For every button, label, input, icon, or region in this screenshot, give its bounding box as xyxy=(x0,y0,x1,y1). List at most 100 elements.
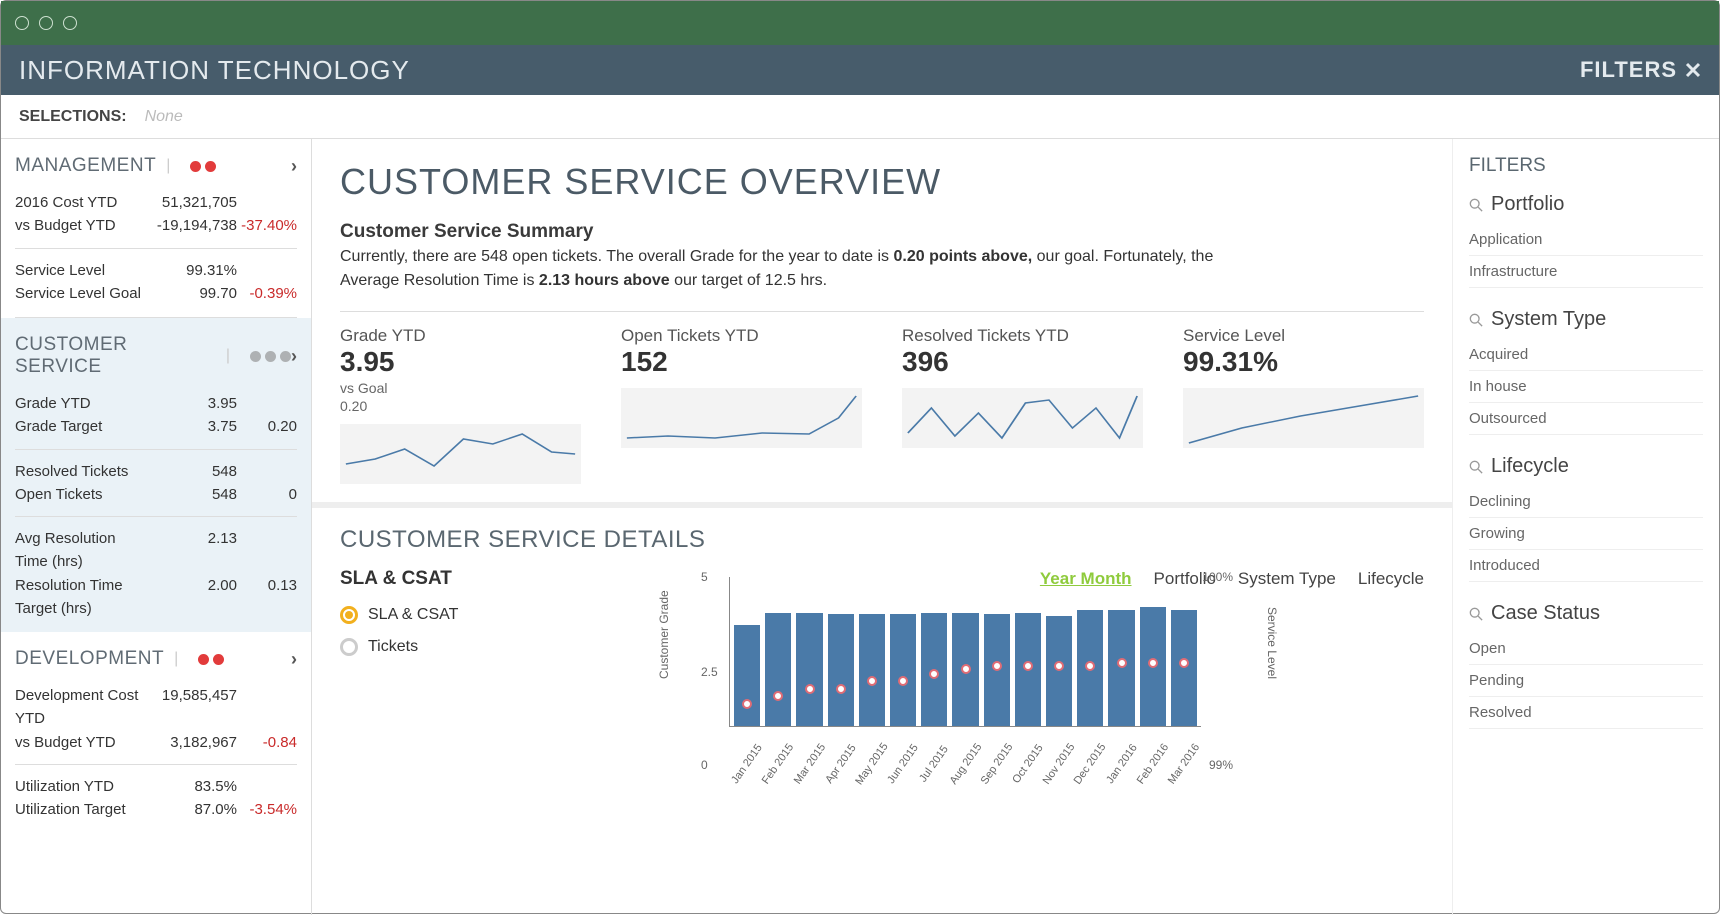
radio-label: SLA & CSAT xyxy=(368,606,458,624)
metric-row: Avg Resolution Time (hrs)2.13 xyxy=(15,527,297,574)
filter-group: Case Status OpenPendingResolved xyxy=(1469,602,1703,729)
metric-label: Utilization YTD xyxy=(15,775,145,798)
selections-label: SELECTIONS: xyxy=(19,108,127,126)
y-tick: 2.5 xyxy=(701,665,718,679)
measure-radios: SLA & CSAT Tickets xyxy=(340,606,458,670)
metric-delta: -0.39% xyxy=(237,282,297,305)
metric-label: Grade Target xyxy=(15,415,145,438)
metric-row: vs Budget YTD3,182,967-0.84 xyxy=(15,731,297,754)
chart-bar: May 2015 xyxy=(859,614,885,726)
metric-delta: -37.40% xyxy=(237,214,297,237)
kpi-sub: vs Goal xyxy=(340,380,581,396)
kpi-value: 152 xyxy=(621,346,862,378)
metric-label: Resolved Tickets xyxy=(15,460,145,483)
metric-value: 2.13 xyxy=(145,527,237,574)
metric-value: 83.5% xyxy=(145,775,237,798)
metric-row: Utilization YTD83.5% xyxy=(15,775,297,798)
metric-value: 548 xyxy=(145,460,237,483)
chart-bar: Dec 2015 xyxy=(1077,610,1103,726)
sidebar-section-management[interactable]: MANAGEMENT | › 2016 Cost YTD51,321,705vs… xyxy=(1,139,311,317)
filters-toggle[interactable]: FILTERS xyxy=(1580,57,1701,83)
chevron-right-icon: › xyxy=(291,346,297,367)
details-title: CUSTOMER SERVICE DETAILS xyxy=(340,526,1424,554)
metric-row: Service Level Goal99.70-0.39% xyxy=(15,282,297,305)
filter-group-title[interactable]: System Type xyxy=(1469,308,1703,331)
metric-label: vs Budget YTD xyxy=(15,731,145,754)
kpi-value: 3.95 xyxy=(340,346,581,378)
filter-item[interactable]: Acquired xyxy=(1469,339,1703,371)
overview: CUSTOMER SERVICE OVERVIEW Customer Servi… xyxy=(312,139,1452,326)
filter-item[interactable]: Infrastructure xyxy=(1469,256,1703,288)
metric-delta xyxy=(237,259,297,282)
search-icon xyxy=(1469,607,1483,621)
chart-bar: Sep 2015 xyxy=(984,614,1010,726)
chart-bar: Nov 2015 xyxy=(1046,616,1072,726)
kpi-label: Service Level xyxy=(1183,326,1424,346)
search-icon xyxy=(1469,313,1483,327)
y-tick: 0 xyxy=(701,758,708,772)
status-dot-icon xyxy=(213,654,224,665)
metric-value: -19,194,738 xyxy=(145,214,237,237)
sparkline xyxy=(621,388,862,448)
chevron-right-icon: › xyxy=(291,156,297,177)
radio-option[interactable]: Tickets xyxy=(340,638,458,656)
status-dot-icon xyxy=(265,351,276,362)
y-tick: 5 xyxy=(701,570,708,584)
status-dot-icon xyxy=(280,351,291,362)
metric-value: 2.00 xyxy=(145,574,237,621)
filter-group-title[interactable]: Portfolio xyxy=(1469,193,1703,216)
radio-option[interactable]: SLA & CSAT xyxy=(340,606,458,624)
radio-icon xyxy=(340,638,358,656)
filter-item[interactable]: In house xyxy=(1469,371,1703,403)
y2-axis-label: Service Level xyxy=(1265,607,1279,679)
filters-title: FILTERS xyxy=(1469,155,1703,177)
filters-panel: FILTERS Portfolio ApplicationInfrastructu… xyxy=(1452,139,1719,915)
chart-bar: Feb 2016 xyxy=(1140,607,1166,726)
sidebar: MANAGEMENT | › 2016 Cost YTD51,321,705vs… xyxy=(1,139,312,915)
window-dot xyxy=(15,16,29,30)
tab-lifecycle[interactable]: Lifecycle xyxy=(1358,569,1424,589)
filter-group: System Type AcquiredIn houseOutsourced xyxy=(1469,308,1703,435)
metric-label: Resolution Time Target (hrs) xyxy=(15,574,145,621)
window-dot xyxy=(63,16,77,30)
close-icon xyxy=(1685,62,1701,78)
page-title: CUSTOMER SERVICE OVERVIEW xyxy=(340,161,1424,203)
kpi-label: Open Tickets YTD xyxy=(621,326,862,346)
metric-delta xyxy=(237,684,297,731)
status-dot-icon xyxy=(198,654,209,665)
metric-label: Grade YTD xyxy=(15,392,145,415)
metric-delta xyxy=(237,392,297,415)
chart-bar: Mar 2015 xyxy=(796,613,822,726)
chart-bar: Mar 2016 xyxy=(1171,610,1197,726)
sidebar-section-development[interactable]: DEVELOPMENT | › Development Cost YTD19,5… xyxy=(1,632,311,833)
metric-row: Open Tickets5480 xyxy=(15,483,297,506)
metric-row: Utilization Target87.0%-3.54% xyxy=(15,798,297,821)
filter-item[interactable]: Introduced xyxy=(1469,550,1703,582)
status-dot-icon xyxy=(250,351,261,362)
filter-item[interactable]: Resolved xyxy=(1469,697,1703,729)
filter-item[interactable]: Open xyxy=(1469,633,1703,665)
filter-item[interactable]: Growing xyxy=(1469,518,1703,550)
chart-bar: Jan 2015 xyxy=(734,625,760,726)
filter-item[interactable]: Pending xyxy=(1469,665,1703,697)
metric-label: Service Level xyxy=(15,259,145,282)
filter-item[interactable]: Outsourced xyxy=(1469,403,1703,435)
metric-row: Development Cost YTD19,585,457 xyxy=(15,684,297,731)
sidebar-section-customer-service[interactable]: CUSTOMER SERVICE | › Grade YTD3.95Grade … xyxy=(1,318,311,632)
app-title: INFORMATION TECHNOLOGY xyxy=(19,55,410,86)
search-icon xyxy=(1469,198,1483,212)
chart-bar: Apr 2015 xyxy=(828,614,854,726)
titlebar xyxy=(1,1,1719,45)
metric-value: 99.31% xyxy=(145,259,237,282)
filter-group-title[interactable]: Case Status xyxy=(1469,602,1703,625)
metric-label: Open Tickets xyxy=(15,483,145,506)
metric-label: 2016 Cost YTD xyxy=(15,191,145,214)
filter-group-title[interactable]: Lifecycle xyxy=(1469,455,1703,478)
filters-label: FILTERS xyxy=(1580,57,1677,83)
y2-tick: 100% xyxy=(1202,570,1233,584)
metric-value: 87.0% xyxy=(145,798,237,821)
filter-item[interactable]: Application xyxy=(1469,224,1703,256)
metric-value: 548 xyxy=(145,483,237,506)
chevron-right-icon: › xyxy=(291,649,297,670)
filter-item[interactable]: Declining xyxy=(1469,486,1703,518)
